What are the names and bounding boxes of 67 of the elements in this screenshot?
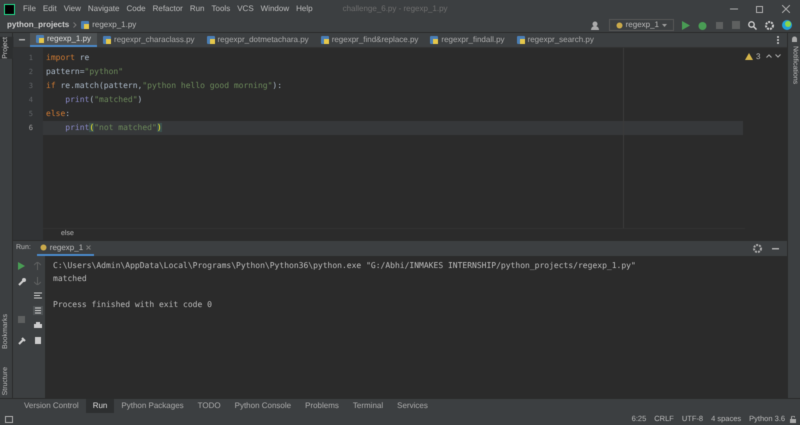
editor-tab[interactable]: regexpr_dotmetachara.py [200,33,315,47]
tool-window-tab[interactable]: Run [86,399,114,413]
menu-item[interactable]: View [64,3,81,15]
rerun-icon[interactable] [18,262,25,270]
wrap-lines-icon[interactable] [34,292,42,299]
close-icon[interactable] [86,245,92,250]
editor-tab[interactable]: regexpr_characlass.py [97,33,201,47]
settings-icon[interactable] [753,244,762,253]
tool-window-tab[interactable]: Terminal [346,399,390,413]
menu-item[interactable]: Window [260,3,290,15]
menu-item[interactable]: VCS [237,3,254,15]
tool-window-tab[interactable]: TODO [190,399,228,413]
search-icon[interactable] [748,20,757,30]
debug-icon[interactable] [698,20,707,30]
bell-icon[interactable] [790,36,798,44]
ide-logo-icon[interactable] [782,20,792,30]
run-icon[interactable] [682,20,690,30]
menu-item[interactable]: Code [126,3,146,15]
menu-item[interactable]: Edit [42,3,57,15]
wrench-icon[interactable] [18,278,26,286]
scroll-to-end-icon[interactable] [32,306,42,315]
python-file-icon [81,21,90,29]
menu-item[interactable]: Refactor [152,3,183,15]
tool-window-tab[interactable]: Problems [298,399,346,413]
python-file-icon [320,36,329,44]
editor-tab[interactable]: regexp_1.py [30,33,98,47]
breadcrumb-item[interactable]: regexp_1.py [92,19,136,31]
warning-count[interactable]: 3 [756,52,760,61]
run-configuration-dropdown[interactable]: regexp_1 [608,19,674,31]
lock-icon[interactable] [790,416,796,422]
menu-item[interactable]: Tools [212,3,230,15]
tool-window-tab[interactable]: Version Control [17,399,86,413]
menu-item[interactable]: Navigate [88,3,120,15]
editor-tab[interactable]: regexpr_search.py [510,33,600,47]
python-file-icon [36,35,44,43]
editor-tab[interactable]: regexpr_findall.py [424,33,511,47]
tool-windows-icon[interactable] [5,416,13,422]
app-logo-icon [4,4,15,14]
console-line: matched [53,273,88,285]
python-file-icon [430,36,438,44]
chevron-up-icon[interactable] [766,54,772,58]
settings-icon[interactable] [765,20,774,30]
console-line: Process finished with exit code 0 [53,299,213,311]
python-icon [616,22,623,28]
menu-item[interactable]: Run [190,3,205,15]
maximize-icon[interactable] [756,5,764,13]
close-icon[interactable] [782,5,790,13]
python-file-icon [206,36,215,44]
tool-window-tab[interactable]: Python Console [228,399,298,413]
menu-item[interactable]: File [23,3,36,15]
editor-tab[interactable]: regexpr_find&replace.py [314,33,424,47]
trash-icon[interactable] [34,336,40,344]
chevron-right-icon [73,22,78,28]
pin-icon[interactable] [18,337,26,345]
breadcrumb-item[interactable]: python_projects [7,19,70,31]
dropdown-arrow-icon [662,24,667,26]
python-file-icon [103,36,112,44]
menu-item[interactable]: Help [296,3,313,15]
console-line: C:\Users\Admin\AppData\Local\Programs\Python\Python36\python.exe "G:/Abhi/INMAKES INTERNSHIP/python_projects/regexp_1.py" [53,260,636,272]
python-file-icon [516,36,525,44]
print-icon[interactable] [34,322,42,329]
warning-icon[interactable] [745,53,753,60]
tool-window-tab[interactable]: Python Packages [114,399,191,413]
python-icon [40,244,47,251]
tool-window-tab[interactable]: Services [390,399,435,413]
chevron-down-icon[interactable] [775,54,782,58]
user-icon[interactable] [590,20,601,30]
